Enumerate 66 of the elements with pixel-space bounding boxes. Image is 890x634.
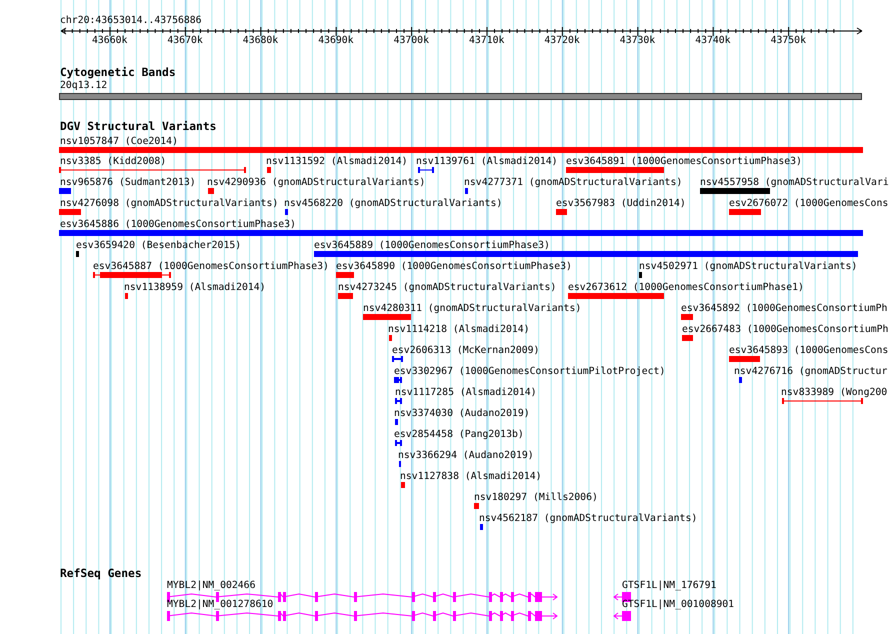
feature-label: esv3645890 (1000GenomesConsortiumPhase3) xyxy=(336,261,572,272)
feature-label: nsv4568220 (gnomADStructuralVariants) xyxy=(284,198,502,209)
feature-label: nsv4277371 (gnomADStructuralVariants) xyxy=(464,177,682,188)
feature-label: nsv3374030 (Audano2019) xyxy=(394,408,530,419)
feature-label: nsv1138959 (Alsmadi2014) xyxy=(124,282,266,293)
tick-label: 43660k xyxy=(92,35,128,46)
feature-label: esv2673612 (1000GenomesConsortiumPhase1) xyxy=(568,282,804,293)
variant-bar[interactable] xyxy=(395,398,402,404)
feature-label: nsv3385 (Kidd2008) xyxy=(60,156,166,167)
variant-bar[interactable] xyxy=(392,356,403,362)
feature-label: nsv4273245 (gnomADStructuralVariants) xyxy=(338,282,556,293)
feature-label: esv3645893 (1000GenomesCons xyxy=(729,345,888,356)
feature-label: esv3645891 (1000GenomesConsortiumPhase3) xyxy=(566,156,802,167)
tick-label: 43730k xyxy=(620,35,656,46)
variant-bar[interactable] xyxy=(93,272,171,278)
feature-label: esv3567983 (Uddin2014) xyxy=(556,198,686,209)
variant-bar[interactable] xyxy=(394,377,402,383)
tick-label: 43700k xyxy=(394,35,429,46)
tick-label: 43670k xyxy=(167,35,203,46)
feature-label: nsv4290936 (gnomADStructuralVariants) xyxy=(207,177,426,188)
tick-label: 43710k xyxy=(469,35,504,46)
gene-label: GTSF1L|NM_001008901 xyxy=(622,599,734,610)
feature-label: esv3659420 (Besenbacher2015) xyxy=(76,240,242,251)
feature-label: esv2854458 (Pang2013b) xyxy=(394,429,524,440)
tick-label: 43680k xyxy=(242,35,278,46)
band-label: 20q13.12 xyxy=(60,80,108,91)
cytoband-bar[interactable] xyxy=(59,93,862,100)
variant-bar[interactable] xyxy=(395,440,402,446)
feature-label: esv2667483 (1000GenomesConsortiumPh xyxy=(682,324,888,335)
feature-label: nsv180297 (Mills2006) xyxy=(474,492,598,503)
feature-label: esv3302967 (1000GenomesConsortiumPilotProject) xyxy=(394,366,666,377)
feature-label: esv3645889 (1000GenomesConsortiumPhase3) xyxy=(314,240,550,251)
feature-label: nsv1131592 (Alsmadi2014) xyxy=(266,156,408,167)
feature-label: nsv965876 (Sudmant2013) xyxy=(60,177,196,188)
gene-label: GTSF1L|NM_176791 xyxy=(622,580,716,591)
feature-label: esv2606313 (McKernan2009) xyxy=(392,345,540,356)
feature-label: nsv3366294 (Audano2019) xyxy=(398,450,534,461)
feature-label: nsv1127838 (Alsmadi2014) xyxy=(400,471,542,482)
feature-label: nsv833989 (Wong200 xyxy=(781,387,888,398)
gene-label: MYBL2|NM_002466 xyxy=(167,580,256,591)
variant-bar[interactable] xyxy=(782,398,863,404)
feature-label: nsv4276716 (gnomADStructur xyxy=(734,366,888,377)
gene-label: MYBL2|NM_001278610 xyxy=(167,599,274,610)
feature-label: esv3645887 (1000GenomesConsortiumPhase3) xyxy=(93,261,329,272)
feature-label: nsv4502971 (gnomADStructuralVariants) xyxy=(639,261,858,272)
feature-label: nsv1139761 (Alsmadi2014) xyxy=(416,156,558,167)
variant-bar[interactable] xyxy=(418,167,434,173)
tick-label: 43690k xyxy=(318,35,354,46)
feature-label: nsv4557958 (gnomADStructuralVari xyxy=(700,177,889,188)
track-title: RefSeq Genes xyxy=(60,568,142,580)
location-label: chr20:43653014..43756886 xyxy=(60,15,202,26)
variant-bar[interactable] xyxy=(59,167,246,173)
tick-label: 43740k xyxy=(695,35,731,46)
track-title: DGV Structural Variants xyxy=(60,121,216,133)
feature-label: nsv1114218 (Alsmadi2014) xyxy=(388,324,530,335)
feature-label: nsv1057847 (Coe2014) xyxy=(60,136,178,147)
feature-label: nsv4280311 (gnomADStructuralVariants) xyxy=(363,303,582,314)
feature-label: esv3645886 (1000GenomesConsortiumPhase3) xyxy=(60,219,296,230)
tick-label: 43720k xyxy=(544,35,580,46)
feature-label: esv2676072 (1000GenomesCons xyxy=(729,198,888,209)
feature-label: nsv1117285 (Alsmadi2014) xyxy=(395,387,537,398)
track-title: Cytogenetic Bands xyxy=(60,67,176,79)
feature-label: nsv4562187 (gnomADStructuralVariants) xyxy=(479,513,698,524)
feature-label: nsv4276098 (gnomADStructuralVariants) xyxy=(60,198,278,209)
feature-label: esv3645892 (1000GenomesConsortiumPh xyxy=(681,303,888,314)
tick-label: 43750k xyxy=(770,35,806,46)
